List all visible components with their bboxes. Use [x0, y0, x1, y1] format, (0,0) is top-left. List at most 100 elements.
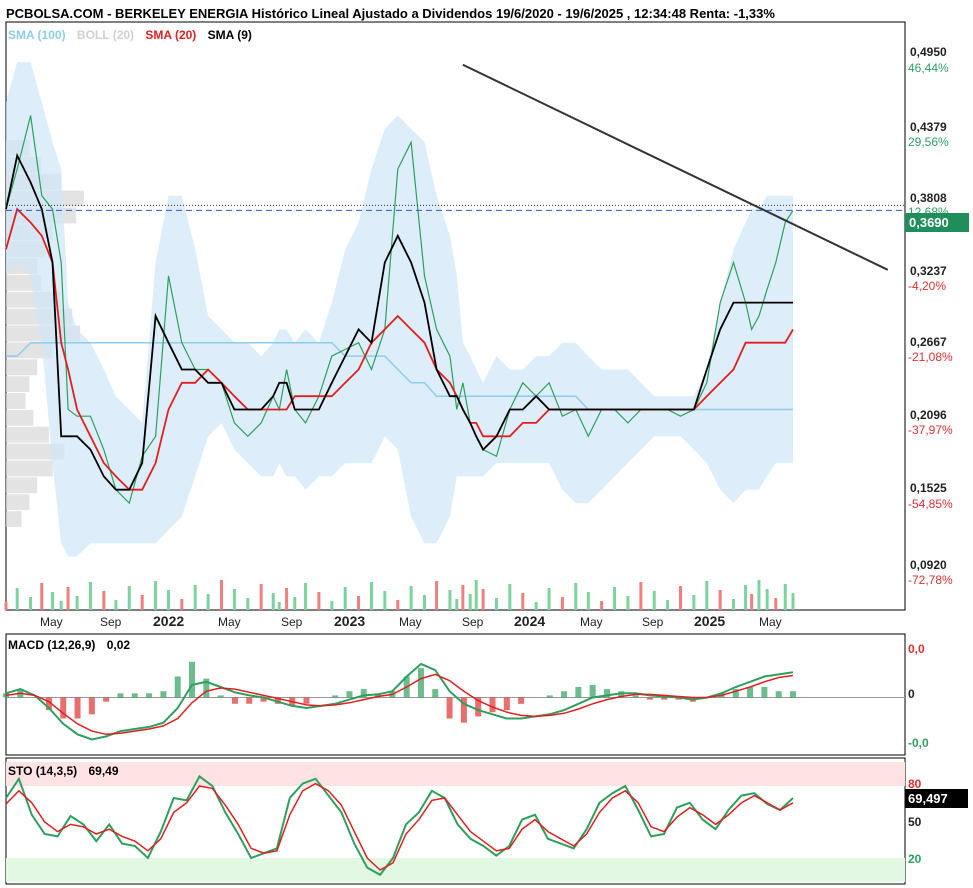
- macd-panel-frame: [5, 633, 906, 756]
- x-tick-year: 2025: [694, 613, 726, 629]
- macd-histogram-bar: [174, 676, 181, 698]
- legend-sma20: SMA (20): [145, 28, 197, 42]
- macd-line: [5, 662, 794, 741]
- macd-histogram-bar: [661, 697, 668, 700]
- volume-profile-bar: [6, 409, 34, 426]
- macd-histogram-bar: [146, 693, 153, 698]
- macd-histogram-bar: [160, 691, 167, 698]
- volume-bar: [600, 601, 604, 610]
- volume-bar: [435, 581, 439, 610]
- volume-bar: [4, 602, 8, 610]
- volume-bar: [560, 597, 564, 610]
- volume-bar: [783, 584, 787, 610]
- price-tick: 0,3808: [910, 191, 947, 205]
- x-tick: Sep: [100, 615, 122, 629]
- pct-tick: -4,20%: [908, 279, 947, 293]
- volume-bar: [232, 589, 236, 610]
- pct-tick: -21,08%: [908, 350, 953, 364]
- volume-bar: [29, 597, 33, 610]
- volume-bar: [626, 596, 630, 610]
- x-tick-year: 2023: [334, 613, 366, 629]
- macd-histogram-bar: [417, 668, 424, 698]
- volume-bar: [455, 599, 459, 610]
- legend-sma9: SMA (9): [207, 28, 252, 42]
- volume-bar: [448, 590, 452, 610]
- macd-histogram-bar: [518, 697, 525, 704]
- macd-histogram-bar: [117, 693, 124, 698]
- volume-bar: [75, 596, 79, 610]
- volume-bar: [744, 585, 748, 610]
- price-tick: 0,1525: [910, 481, 947, 495]
- volume-bar: [750, 594, 754, 610]
- volume-bar: [396, 600, 400, 610]
- volume-bar: [154, 581, 158, 610]
- volume-bar: [791, 593, 795, 610]
- macd-tick: 0: [908, 687, 915, 701]
- volume-profile-bar: [6, 511, 22, 527]
- macd-histogram-bar: [303, 697, 310, 704]
- volume-bar: [547, 588, 551, 610]
- x-tick: May: [580, 615, 603, 629]
- sto-label: STO (14,3,5) 69,49: [8, 764, 119, 778]
- legend-boll20: BOLL (20): [76, 28, 135, 42]
- volume-bar: [468, 594, 472, 610]
- volume-bar: [127, 586, 131, 610]
- volume-bar: [343, 587, 347, 610]
- macd-tick: -0,0: [908, 736, 929, 750]
- sto-label-text: STO (14,3,5): [8, 764, 78, 778]
- trendline: [462, 63, 889, 271]
- x-tick-year: 2024: [514, 613, 546, 629]
- x-tick: Sep: [642, 615, 664, 629]
- macd-histogram-bar: [790, 691, 796, 698]
- macd-histogram-bar: [131, 693, 138, 698]
- macd-histogram-bar: [217, 695, 224, 698]
- volume-bar: [422, 595, 426, 610]
- volume-bar: [481, 589, 485, 610]
- volume-bar: [521, 593, 525, 610]
- volume-bar: [180, 599, 184, 610]
- volume-bar: [114, 600, 118, 610]
- chart-legend: SMA (100) BOLL (20) SMA (20) SMA (9): [8, 28, 260, 42]
- volume-bar: [304, 583, 308, 610]
- macd-histogram-bar: [632, 695, 639, 698]
- macd-label: MACD (12,26,9) 0,02: [8, 638, 130, 652]
- volume-profile-bar: [6, 376, 30, 393]
- x-tick-year: 2022: [153, 613, 185, 629]
- x-tick: Sep: [462, 615, 484, 629]
- volume-bar: [193, 585, 197, 610]
- macd-histogram-bar: [332, 695, 339, 698]
- volume-bar: [271, 593, 275, 610]
- pct-tick: 29,56%: [908, 135, 949, 149]
- pct-tick: 46,44%: [908, 61, 949, 75]
- volume-bar: [277, 602, 281, 610]
- volume-bar: [494, 598, 498, 610]
- volume-bar: [461, 585, 465, 610]
- macd-histogram-bar: [74, 697, 81, 719]
- volume-bar: [474, 580, 478, 610]
- volume-bar: [732, 599, 736, 610]
- sto-d-line: [5, 782, 794, 871]
- macd-histogram-bar: [432, 689, 439, 698]
- volume-bar: [102, 591, 106, 610]
- volume-bar: [765, 589, 769, 610]
- macd-histogram-bar: [747, 687, 754, 698]
- volume-bar: [285, 588, 289, 610]
- macd-histogram-bar: [346, 691, 353, 698]
- volume-bar: [369, 582, 373, 610]
- volume-bar: [246, 598, 250, 610]
- volume-profile-bar: [6, 359, 38, 376]
- price-tick: 0,4379: [910, 120, 947, 134]
- macd-histogram-bar: [489, 697, 496, 713]
- legend-sma100: SMA (100): [8, 28, 66, 42]
- volume-bar: [652, 591, 656, 610]
- volume-bar: [15, 588, 19, 610]
- macd-label-text: MACD (12,26,9): [8, 638, 96, 652]
- macd-histogram-bar: [189, 661, 196, 698]
- macd-histogram-bar: [646, 697, 653, 700]
- macd-value: 0,02: [106, 638, 131, 652]
- bollinger-band: [6, 62, 793, 557]
- volume-bar: [639, 582, 643, 610]
- volume-bar: [357, 596, 361, 610]
- volume-bar: [718, 590, 722, 610]
- macd-histogram-bar: [589, 684, 596, 698]
